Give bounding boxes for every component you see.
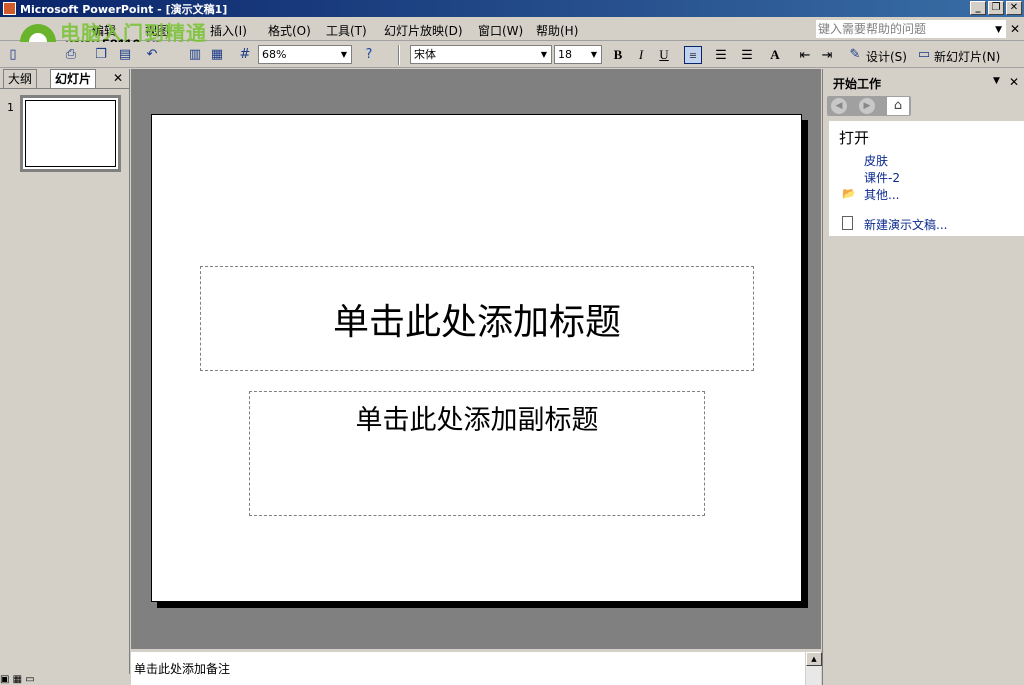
title-placeholder[interactable]: 单击此处添加标题 <box>200 266 754 371</box>
subtitle-placeholder[interactable]: 单击此处添加副标题 <box>249 391 705 516</box>
menu-slideshow[interactable]: 幻灯片放映(D) <box>384 22 463 39</box>
insert-chart-icon[interactable]: ▥ <box>186 46 204 64</box>
new-document-icon[interactable]: ▯ <box>4 46 22 64</box>
font-size-value: 18 <box>558 48 572 61</box>
new-slide-icon: ▭ <box>917 47 931 62</box>
copy-icon[interactable]: ❐ <box>92 46 110 64</box>
menu-edit[interactable]: 编辑 <box>92 22 116 39</box>
chevron-down-icon[interactable]: ▼ <box>993 76 1000 86</box>
italic-button[interactable]: I <box>632 46 650 64</box>
slide-number: 1 <box>7 101 14 114</box>
help-search-input[interactable]: 键入需要帮助的问题 ▼ <box>816 20 1006 38</box>
menu-bar: 编辑 视图 插入(I) 格式(O) 工具(T) 幻灯片放映(D) 窗口(W) 帮… <box>0 17 1024 41</box>
new-presentation-link[interactable]: 新建演示文稿... <box>864 216 947 233</box>
toolbar: ▯ ⎙ ❐ ▤ ↶ ▥ ▦ # 68% ▼ ? 宋体 ▼ 18 ▼ B I U … <box>0 42 1024 68</box>
close-button[interactable]: ✕ <box>1006 1 1022 15</box>
undo-icon[interactable]: ↶ <box>143 46 161 64</box>
slides-pane: 大纲 幻灯片 ✕ 1 <box>0 69 130 674</box>
slide-editor: 单击此处添加标题 单击此处添加副标题 <box>131 69 821 649</box>
design-icon: ✎ <box>849 47 861 62</box>
print-icon[interactable]: ⎙ <box>62 46 80 64</box>
menu-window[interactable]: 窗口(W) <box>478 22 523 39</box>
slide-thumbnail[interactable] <box>20 95 121 172</box>
underline-button[interactable]: U <box>655 46 673 64</box>
close-icon[interactable]: ✕ <box>113 71 123 85</box>
tab-outline[interactable]: 大纲 <box>3 69 38 88</box>
subtitle-placeholder-text: 单击此处添加副标题 <box>355 405 599 436</box>
notes-placeholder: 单击此处添加备注 <box>134 662 231 676</box>
new-slide-button[interactable]: 新幻灯片(N) <box>934 48 1000 65</box>
notes-scrollbar[interactable]: ▲ <box>805 652 822 685</box>
open-section-heading: 打开 <box>839 129 870 147</box>
align-left-icon[interactable]: ≡ <box>684 46 702 64</box>
increase-indent-icon[interactable]: ⇥ <box>818 46 836 64</box>
task-pane-title: 开始工作 <box>833 77 882 91</box>
new-document-icon <box>842 216 856 230</box>
design-button[interactable]: 设计(S) <box>866 48 907 65</box>
open-more-link[interactable]: 其他... <box>864 186 899 203</box>
task-pane-header: 开始工作 ▼ ✕ <box>823 69 1024 93</box>
forward-icon[interactable]: ▶ <box>859 98 875 114</box>
font-size-select[interactable]: 18 ▼ <box>554 45 602 64</box>
chevron-down-icon: ▼ <box>340 50 348 59</box>
menu-tools[interactable]: 工具(T) <box>326 22 367 39</box>
tab-slides[interactable]: 幻灯片 <box>50 69 97 88</box>
normal-view-icon[interactable]: ▣ <box>0 674 9 685</box>
title-bar: Microsoft PowerPoint - [演示文稿1] _ ❐ ✕ <box>0 0 1024 17</box>
slide[interactable]: 单击此处添加标题 单击此处添加副标题 <box>151 114 802 602</box>
home-icon[interactable]: ⌂ <box>887 97 909 115</box>
notes-pane[interactable]: 单击此处添加备注 ▲ <box>131 650 822 685</box>
increase-font-button[interactable]: A <box>766 46 784 64</box>
toolbar-separator <box>398 45 400 65</box>
window-controls: _ ❐ ✕ <box>970 1 1022 15</box>
help-icon[interactable]: ? <box>360 46 378 64</box>
task-pane-body: 打开 皮肤 课件-2 📂 其他... 新建演示文稿... <box>829 121 1024 236</box>
help-search-placeholder: 键入需要帮助的问题 <box>818 22 927 36</box>
scroll-up-icon[interactable]: ▲ <box>806 652 822 666</box>
restore-button[interactable]: ❐ <box>988 1 1004 15</box>
menu-format[interactable]: 格式(O) <box>268 22 311 39</box>
slideshow-view-icon[interactable]: ▭ <box>25 674 34 685</box>
bullet-list-icon[interactable]: ☰ <box>738 46 756 64</box>
task-pane-nav: ◀ ▶ ⌂ <box>827 96 911 116</box>
document-close-icon[interactable]: ✕ <box>1010 22 1020 36</box>
window-title: Microsoft PowerPoint - [演示文稿1] <box>20 3 228 16</box>
recent-file-link[interactable]: 课件-2 <box>864 169 900 186</box>
minimize-button[interactable]: _ <box>970 1 986 15</box>
grid-icon[interactable]: # <box>236 46 254 64</box>
font-name-value: 宋体 <box>414 48 436 61</box>
menu-insert[interactable]: 插入(I) <box>210 22 247 39</box>
insert-table-icon[interactable]: ▦ <box>208 46 226 64</box>
chevron-down-icon: ▼ <box>590 50 598 59</box>
close-icon[interactable]: ✕ <box>1009 75 1019 89</box>
folder-icon: 📂 <box>842 187 856 200</box>
back-icon[interactable]: ◀ <box>831 98 847 114</box>
slide-thumbnail-preview <box>25 100 116 167</box>
zoom-select[interactable]: 68% ▼ <box>258 45 352 64</box>
sorter-view-icon[interactable]: ▦ <box>13 674 22 685</box>
numbered-list-icon[interactable]: ☰ <box>712 46 730 64</box>
powerpoint-app-icon[interactable] <box>3 2 16 15</box>
zoom-value: 68% <box>262 48 287 61</box>
chevron-down-icon[interactable]: ▼ <box>995 21 1002 39</box>
font-name-select[interactable]: 宋体 ▼ <box>410 45 552 64</box>
decrease-indent-icon[interactable]: ⇤ <box>796 46 814 64</box>
recent-file-link[interactable]: 皮肤 <box>864 152 888 169</box>
paste-icon[interactable]: ▤ <box>116 46 134 64</box>
menu-view[interactable]: 视图 <box>145 22 169 39</box>
chevron-down-icon: ▼ <box>540 50 548 59</box>
title-placeholder-text: 单击此处添加标题 <box>332 301 621 343</box>
bold-button[interactable]: B <box>609 46 627 64</box>
menu-help[interactable]: 帮助(H) <box>536 22 578 39</box>
view-buttons: ▣ ▦ ▭ <box>0 674 130 685</box>
thumbnail-list: 1 <box>0 88 129 674</box>
task-pane: 开始工作 ▼ ✕ ◀ ▶ ⌂ 打开 皮肤 课件-2 📂 其他... 新建演示文稿… <box>822 69 1024 685</box>
